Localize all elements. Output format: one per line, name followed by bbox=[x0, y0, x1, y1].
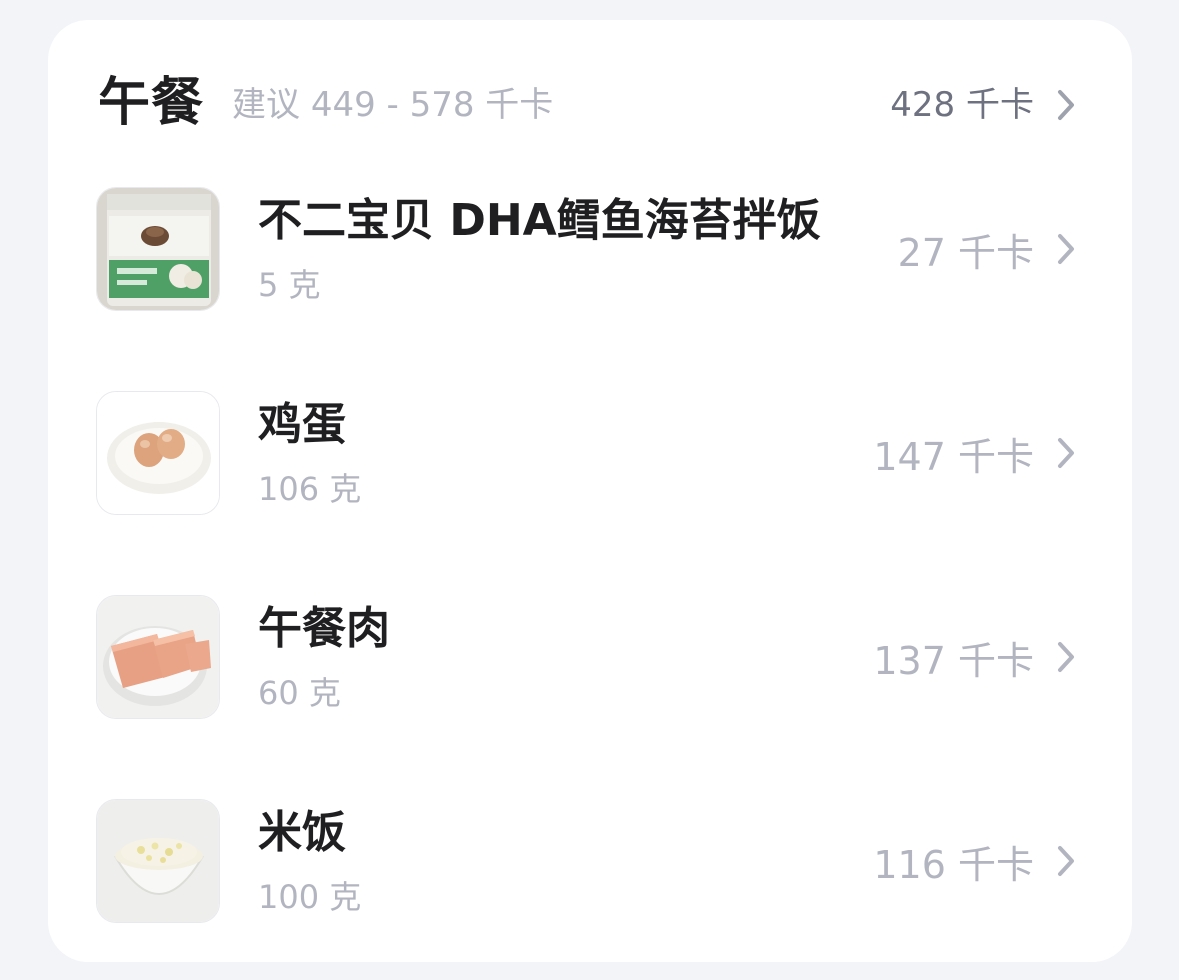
food-calories[interactable]: 137 千卡 bbox=[873, 630, 1084, 685]
meal-header[interactable]: 午餐 建议 449 - 578 千卡 428 千卡 bbox=[98, 72, 1084, 134]
food-calories-value: 137 千卡 bbox=[873, 638, 1034, 683]
food-weight: 5 克 bbox=[258, 266, 321, 304]
food-thumbnail bbox=[96, 595, 220, 719]
food-item[interactable]: 午餐肉 60 克 137 千卡 bbox=[96, 594, 1084, 720]
chevron-right-icon bbox=[1048, 85, 1084, 125]
food-name: 米饭 bbox=[258, 807, 346, 858]
food-thumbnail bbox=[96, 799, 220, 923]
food-thumbnail bbox=[96, 391, 220, 515]
chevron-right-icon bbox=[1048, 433, 1084, 473]
food-calories[interactable]: 27 千卡 bbox=[898, 222, 1084, 277]
food-thumbnail bbox=[96, 187, 220, 311]
meal-card: 午餐 建议 449 - 578 千卡 428 千卡 不二宝贝 DHA鳕鱼海苔拌饭… bbox=[48, 20, 1132, 962]
food-calories-value: 147 千卡 bbox=[873, 434, 1034, 479]
meal-total-value: 428 千卡 bbox=[890, 85, 1034, 125]
food-item[interactable]: 米饭 100 克 116 千卡 bbox=[96, 798, 1084, 924]
food-name: 鸡蛋 bbox=[258, 399, 346, 450]
food-weight: 106 克 bbox=[258, 470, 362, 508]
food-info: 午餐肉 60 克 bbox=[258, 601, 873, 713]
food-info: 鸡蛋 106 克 bbox=[258, 397, 873, 509]
calorie-suggestion: 建议 449 - 578 千卡 bbox=[232, 85, 554, 125]
chevron-right-icon bbox=[1048, 637, 1084, 677]
food-info: 米饭 100 克 bbox=[258, 805, 873, 917]
food-item[interactable]: 不二宝贝 DHA鳕鱼海苔拌饭 5 克 27 千卡 bbox=[96, 186, 1084, 312]
food-name: 午餐肉 bbox=[258, 603, 390, 654]
food-calories-value: 116 千卡 bbox=[873, 842, 1034, 887]
meal-total-calories[interactable]: 428 千卡 bbox=[890, 74, 1084, 136]
food-weight: 100 克 bbox=[258, 878, 362, 916]
food-item[interactable]: 鸡蛋 106 克 147 千卡 bbox=[96, 390, 1084, 516]
meal-title: 午餐 bbox=[98, 73, 205, 133]
food-calories[interactable]: 116 千卡 bbox=[873, 834, 1084, 889]
food-calories-value: 27 千卡 bbox=[897, 230, 1034, 275]
food-weight: 60 克 bbox=[258, 674, 341, 712]
chevron-right-icon bbox=[1048, 229, 1084, 269]
food-info: 不二宝贝 DHA鳕鱼海苔拌饭 5 克 bbox=[258, 193, 898, 305]
chevron-right-icon bbox=[1048, 841, 1084, 881]
food-name: 不二宝贝 DHA鳕鱼海苔拌饭 bbox=[258, 195, 821, 246]
food-calories[interactable]: 147 千卡 bbox=[873, 426, 1084, 481]
